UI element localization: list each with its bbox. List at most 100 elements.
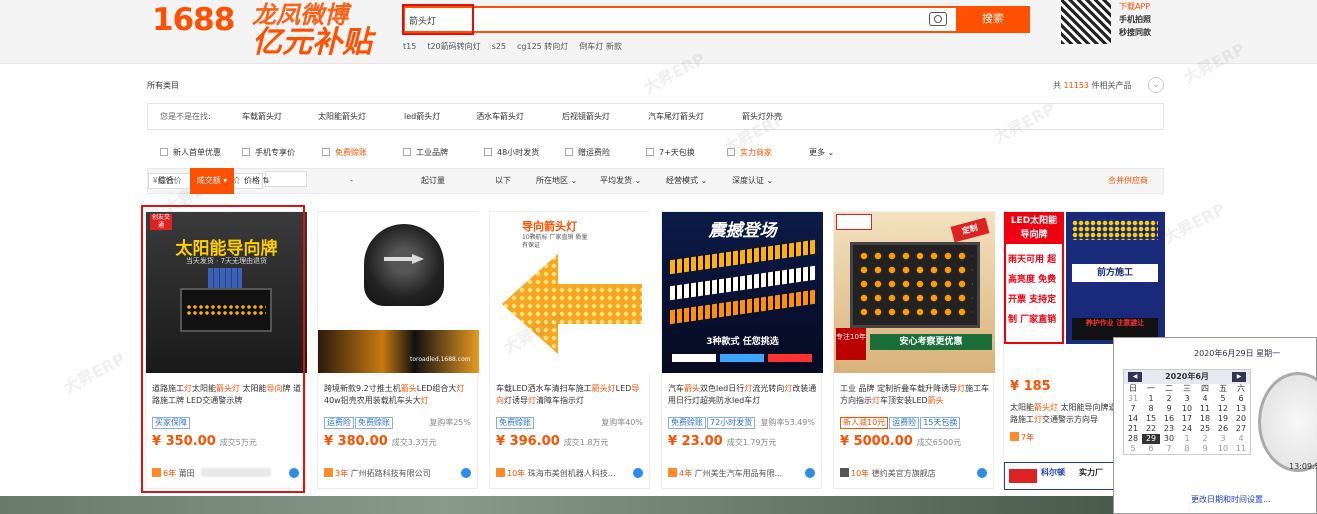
product-card[interactable]: 导向箭头灯 10颗航标 厂家直销 质量有保证 车载LED洒水车清扫车施工箭头灯L… — [489, 211, 651, 489]
day-cell[interactable]: 1 — [1178, 434, 1196, 444]
checkbox[interactable] — [242, 148, 250, 156]
product-image[interactable]: 导向箭头灯 10颗航标 厂家直销 质量有保证 — [490, 212, 651, 373]
day-cell[interactable]: 9 — [1196, 444, 1214, 454]
product-card[interactable]: 定制 专注10年 安心考察更优惠 工业 品牌 定制折叠车载升降诱导灯施工车方向指… — [833, 211, 995, 489]
chevron-down-icon[interactable]: ⌄ — [1148, 77, 1164, 93]
service-tag[interactable]: 免费赊账 — [496, 417, 534, 429]
day-cell[interactable]: 7 — [1160, 444, 1178, 454]
day-cell[interactable]: 31 — [1124, 394, 1142, 404]
checkbox[interactable] — [646, 148, 654, 156]
hot-word[interactable]: s25 — [492, 42, 506, 51]
day-cell[interactable]: 4 — [1232, 434, 1250, 444]
filter-credit[interactable]: 免费赊账 — [322, 143, 367, 163]
hot-word[interactable]: cg125 转向灯 — [517, 42, 568, 51]
product-image[interactable]: toroadled.1688.com — [318, 212, 479, 373]
seller-name[interactable]: 珠海市美创机器人科技... — [528, 469, 616, 478]
day-cell[interactable]: 28 — [1124, 434, 1142, 444]
chat-icon[interactable] — [633, 468, 643, 478]
related-item[interactable]: 洒水车箭头灯 — [476, 104, 524, 129]
checkbox[interactable] — [160, 148, 168, 156]
app-download[interactable]: 下载APP 手机拍照 秒搜同款 — [1119, 0, 1151, 39]
chat-icon[interactable] — [461, 468, 471, 478]
checkbox[interactable] — [403, 148, 411, 156]
product-card[interactable]: 震撼登场 3种款式 任您挑选 汽车箭头双色led日行灯流光转向灯改装通用日行灯超… — [661, 211, 823, 489]
product-title[interactable]: 汽车箭头双色led日行灯流光转向灯改装通用日行灯超亮防水led车灯 — [668, 383, 818, 407]
day-cell[interactable]: 1 — [1142, 394, 1160, 404]
day-cell[interactable]: 17 — [1178, 414, 1196, 424]
checkbox[interactable] — [484, 148, 492, 156]
filter-ship[interactable]: 平均发货 ⌄ — [600, 169, 641, 193]
moq-input[interactable] — [265, 170, 308, 187]
checkbox[interactable] — [322, 148, 330, 156]
seller-info[interactable]: 7年 — [1010, 432, 1034, 443]
hot-word[interactable]: t15 — [403, 42, 416, 51]
day-cell[interactable]: 25 — [1196, 424, 1214, 434]
sort-volume[interactable]: 成交额 ▾ — [190, 168, 234, 194]
filter-mode[interactable]: 经营模式 ⌄ — [666, 169, 707, 193]
sort-default[interactable]: 综合 — [158, 169, 174, 193]
filter-mobile[interactable]: 手机专享价 — [242, 143, 295, 163]
related-item[interactable]: 箭头灯外壳 — [742, 104, 782, 129]
change-datetime-link[interactable]: 更改日期和时间设置... — [1191, 494, 1271, 505]
hot-word[interactable]: 倒车灯 新款 — [579, 42, 622, 51]
seller-info[interactable]: 10年 珠海市美创机器人科技... — [496, 468, 615, 479]
chat-icon[interactable] — [805, 468, 815, 478]
day-cell[interactable]: 2 — [1160, 394, 1178, 404]
day-cell[interactable]: 26 — [1214, 424, 1232, 434]
checkbox[interactable] — [565, 148, 573, 156]
day-cell[interactable]: 5 — [1214, 394, 1232, 404]
day-cell[interactable]: 15 — [1142, 414, 1160, 424]
service-tag[interactable]: 新人减10元 — [840, 417, 889, 429]
day-cell[interactable]: 12 — [1214, 404, 1232, 414]
service-tag[interactable]: 15天包换 — [920, 417, 961, 429]
chat-icon[interactable] — [977, 468, 987, 478]
day-cell[interactable]: 9 — [1160, 404, 1178, 414]
filter-48h[interactable]: 48小时发货 — [484, 143, 539, 163]
day-cell[interactable]: 14 — [1124, 414, 1142, 424]
filter-new-user[interactable]: 新人首单优惠 — [160, 143, 221, 163]
seller-info[interactable]: 4年 广州美生汽车用品有限... — [668, 468, 782, 479]
day-cell[interactable]: 24 — [1178, 424, 1196, 434]
day-cell[interactable]: 4 — [1196, 394, 1214, 404]
day-cell[interactable]: 19 — [1214, 414, 1232, 424]
filter-strong-merchant[interactable]: 实力商家 — [727, 143, 772, 163]
related-item[interactable]: 后视镜箭头灯 — [562, 104, 610, 129]
seller-info[interactable]: 3年 广州拓路科技有限公司 — [324, 468, 431, 479]
prev-month-icon[interactable]: ◀ — [1128, 372, 1142, 382]
service-tag[interactable]: 运费险 — [889, 417, 920, 429]
day-cell[interactable]: 11 — [1232, 444, 1250, 454]
seller-info[interactable]: 10年 德约美官方旗舰店 — [840, 468, 936, 479]
related-item[interactable]: 车载箭头灯 — [242, 104, 282, 129]
day-cell[interactable]: 2 — [1196, 434, 1214, 444]
day-cell[interactable]: 8 — [1142, 404, 1160, 414]
filter-7day[interactable]: 7+天包换 — [646, 143, 695, 163]
day-cell[interactable]: 20 — [1232, 414, 1250, 424]
checkbox[interactable] — [727, 148, 735, 156]
day-cell[interactable]: 7 — [1124, 404, 1142, 414]
day-cell[interactable]: 21 — [1124, 424, 1142, 434]
related-item[interactable]: 汽车尾灯箭头灯 — [648, 104, 704, 129]
service-tag[interactable]: 免费赊账 — [668, 417, 706, 429]
day-cell[interactable]: 18 — [1196, 414, 1214, 424]
product-title[interactable]: 工业 品牌 定制折叠车载升降诱导灯施工车方向指示灯车顶安装LED箭头 — [840, 383, 990, 407]
next-month-icon[interactable]: ▶ — [1232, 372, 1246, 382]
day-cell[interactable]: 30 — [1160, 434, 1178, 444]
filter-more[interactable]: 更多 ⌄ — [809, 143, 834, 163]
day-cell-selected[interactable]: 29 — [1142, 434, 1160, 444]
product-card[interactable]: toroadled.1688.com 跨境新款9.2寸推土机箭头LED组合大灯 … — [317, 211, 479, 489]
service-tag[interactable]: 免费赊账 — [355, 417, 393, 429]
search-input[interactable] — [409, 11, 909, 29]
hot-word[interactable]: t20箭码转向灯 — [427, 42, 480, 51]
product-title[interactable]: 跨境新款9.2寸推土机箭头LED组合大灯 40w铝壳农用装载机车头大灯 — [324, 383, 474, 407]
day-cell[interactable]: 13 — [1232, 404, 1250, 414]
day-cell[interactable]: 27 — [1232, 424, 1250, 434]
day-cell[interactable]: 6 — [1232, 394, 1250, 404]
sort-price[interactable]: 价格 ⇅ — [244, 169, 269, 193]
product-title[interactable]: 车载LED洒水车清扫车施工箭头灯LED导向灯诱导灯清障车指示灯 — [496, 383, 646, 407]
day-cell[interactable]: 8 — [1178, 444, 1196, 454]
camera-icon[interactable] — [929, 12, 947, 26]
search-button[interactable]: 搜索 — [956, 6, 1030, 33]
filter-brand[interactable]: 工业品牌 — [403, 143, 448, 163]
site-logo[interactable]: 1688 — [152, 2, 235, 38]
breadcrumb[interactable]: 所有类目 — [147, 80, 179, 91]
